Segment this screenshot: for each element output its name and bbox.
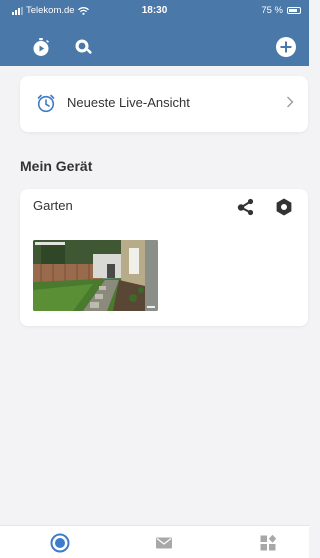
search-icon[interactable]	[72, 36, 94, 58]
home-camera-icon[interactable]	[50, 533, 70, 553]
app-header: Telekom.de 18:30 75 %	[0, 0, 309, 66]
latest-live-view-card[interactable]: Neueste Live-Ansicht	[20, 76, 308, 132]
chevron-right-icon	[287, 96, 294, 108]
battery-icon	[287, 7, 301, 14]
battery-percent: 75 %	[261, 5, 283, 16]
status-bar: Telekom.de 18:30 75 %	[0, 0, 309, 20]
status-right: 75 %	[261, 5, 301, 16]
timer-icon[interactable]	[30, 36, 52, 58]
clock-icon	[37, 94, 55, 113]
settings-icon[interactable]	[274, 197, 294, 217]
add-icon[interactable]	[275, 36, 297, 58]
my-devices-title: Mein Gerät	[20, 158, 93, 174]
grid-icon[interactable]	[258, 533, 278, 553]
tab-bar	[0, 525, 309, 558]
device-card: Garten	[20, 189, 308, 326]
share-icon[interactable]	[236, 197, 256, 217]
camera-thumbnail[interactable]	[33, 240, 158, 311]
device-name: Garten	[33, 198, 73, 213]
mail-icon[interactable]	[154, 533, 174, 553]
latest-live-view-label: Neueste Live-Ansicht	[67, 95, 190, 110]
